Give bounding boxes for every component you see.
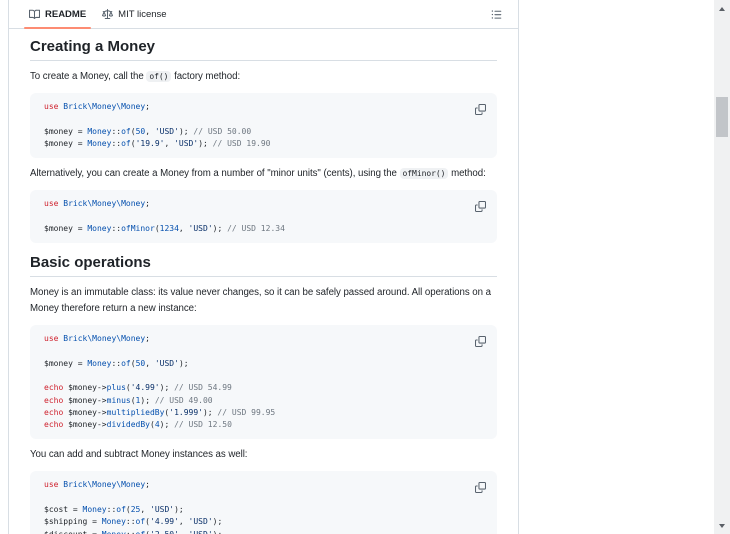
code-line — [44, 210, 483, 222]
copy-icon — [475, 104, 486, 115]
code-line: $money = Money::of(50, 'USD'); // USD 50… — [44, 126, 483, 138]
code-line — [44, 113, 483, 125]
code-line: use Brick\Money\Money; — [44, 479, 483, 491]
copy-button[interactable] — [469, 195, 491, 217]
code-line: use Brick\Money\Money; — [44, 101, 483, 113]
code-line: $money = Money::ofMinor(1234, 'USD'); //… — [44, 223, 483, 235]
tab-readme[interactable]: README — [21, 0, 94, 28]
tab-readme-label: README — [45, 9, 86, 20]
tab-mit-license[interactable]: MIT license — [94, 0, 174, 28]
copy-button[interactable] — [469, 98, 491, 120]
copy-button[interactable] — [469, 330, 491, 352]
code-line: $shipping = Money::of('4.99', 'USD'); — [44, 516, 483, 528]
text-run: Alternatively, you can create a Money fr… — [30, 168, 400, 179]
readme-content: Creating a Money To create a Money, call … — [9, 29, 518, 534]
scrollbar-up-button[interactable] — [714, 1, 730, 16]
code-block: use Brick\Money\Money;$money = Money::of… — [30, 190, 497, 243]
code-line: $cost = Money::of(25, 'USD'); — [44, 504, 483, 516]
list-unordered-icon — [491, 9, 502, 20]
readme-card: README MIT license Creating a Money To cr… — [8, 0, 519, 534]
scrollbar-down-button[interactable] — [714, 518, 730, 533]
tab-mit-license-label: MIT license — [118, 9, 166, 20]
triangle-up-icon — [719, 7, 725, 11]
text-run: method: — [448, 168, 485, 179]
text-run: Money is an immutable class: its value n… — [30, 287, 491, 314]
code-block: use Brick\Money\Money;$money = Money::of… — [30, 93, 497, 158]
copy-icon — [475, 201, 486, 212]
code-line: echo $money->dividedBy(4); // USD 12.50 — [44, 419, 483, 431]
triangle-down-icon — [719, 524, 725, 528]
inline-code: ofMinor() — [400, 168, 449, 179]
vertical-scrollbar[interactable] — [714, 0, 730, 534]
text-run: To create a Money, call the — [30, 71, 146, 82]
code-line: echo $money->plus('4.99'); // USD 54.99 — [44, 382, 483, 394]
code-line — [44, 370, 483, 382]
copy-icon — [475, 336, 486, 347]
text-run: factory method: — [171, 71, 240, 82]
scrollbar-thumb[interactable] — [716, 97, 728, 137]
code-line — [44, 345, 483, 357]
outline-button[interactable] — [484, 3, 508, 25]
copy-icon — [475, 482, 486, 493]
code-block: use Brick\Money\Money;$money = Money::of… — [30, 325, 497, 439]
code-line: use Brick\Money\Money; — [44, 333, 483, 345]
readme-page: README MIT license Creating a Money To cr… — [0, 0, 730, 534]
copy-button[interactable] — [469, 476, 491, 498]
paragraph: Money is an immutable class: its value n… — [30, 285, 497, 317]
code-line: $discount = Money::of('2.50', 'USD'); — [44, 529, 483, 534]
paragraph: You can add and subtract Money instances… — [30, 447, 497, 463]
section-heading: Creating a Money — [30, 39, 497, 61]
code-line: echo $money->minus(1); // USD 49.00 — [44, 395, 483, 407]
code-line: $money = Money::of(50, 'USD'); — [44, 358, 483, 370]
text-run: You can add and subtract Money instances… — [30, 449, 247, 460]
book-icon — [29, 9, 40, 20]
code-block: use Brick\Money\Money;$cost = Money::of(… — [30, 471, 497, 534]
paragraph: Alternatively, you can create a Money fr… — [30, 166, 497, 182]
section-heading: Basic operations — [30, 255, 497, 277]
code-line — [44, 492, 483, 504]
code-line: $money = Money::of('19.9', 'USD'); // US… — [44, 138, 483, 150]
law-icon — [102, 9, 113, 20]
code-line: use Brick\Money\Money; — [44, 198, 483, 210]
file-tabbar: README MIT license — [9, 0, 518, 29]
inline-code: of() — [146, 71, 171, 82]
paragraph: To create a Money, call the of() factory… — [30, 69, 497, 85]
code-line: echo $money->multipliedBy('1.999'); // U… — [44, 407, 483, 419]
